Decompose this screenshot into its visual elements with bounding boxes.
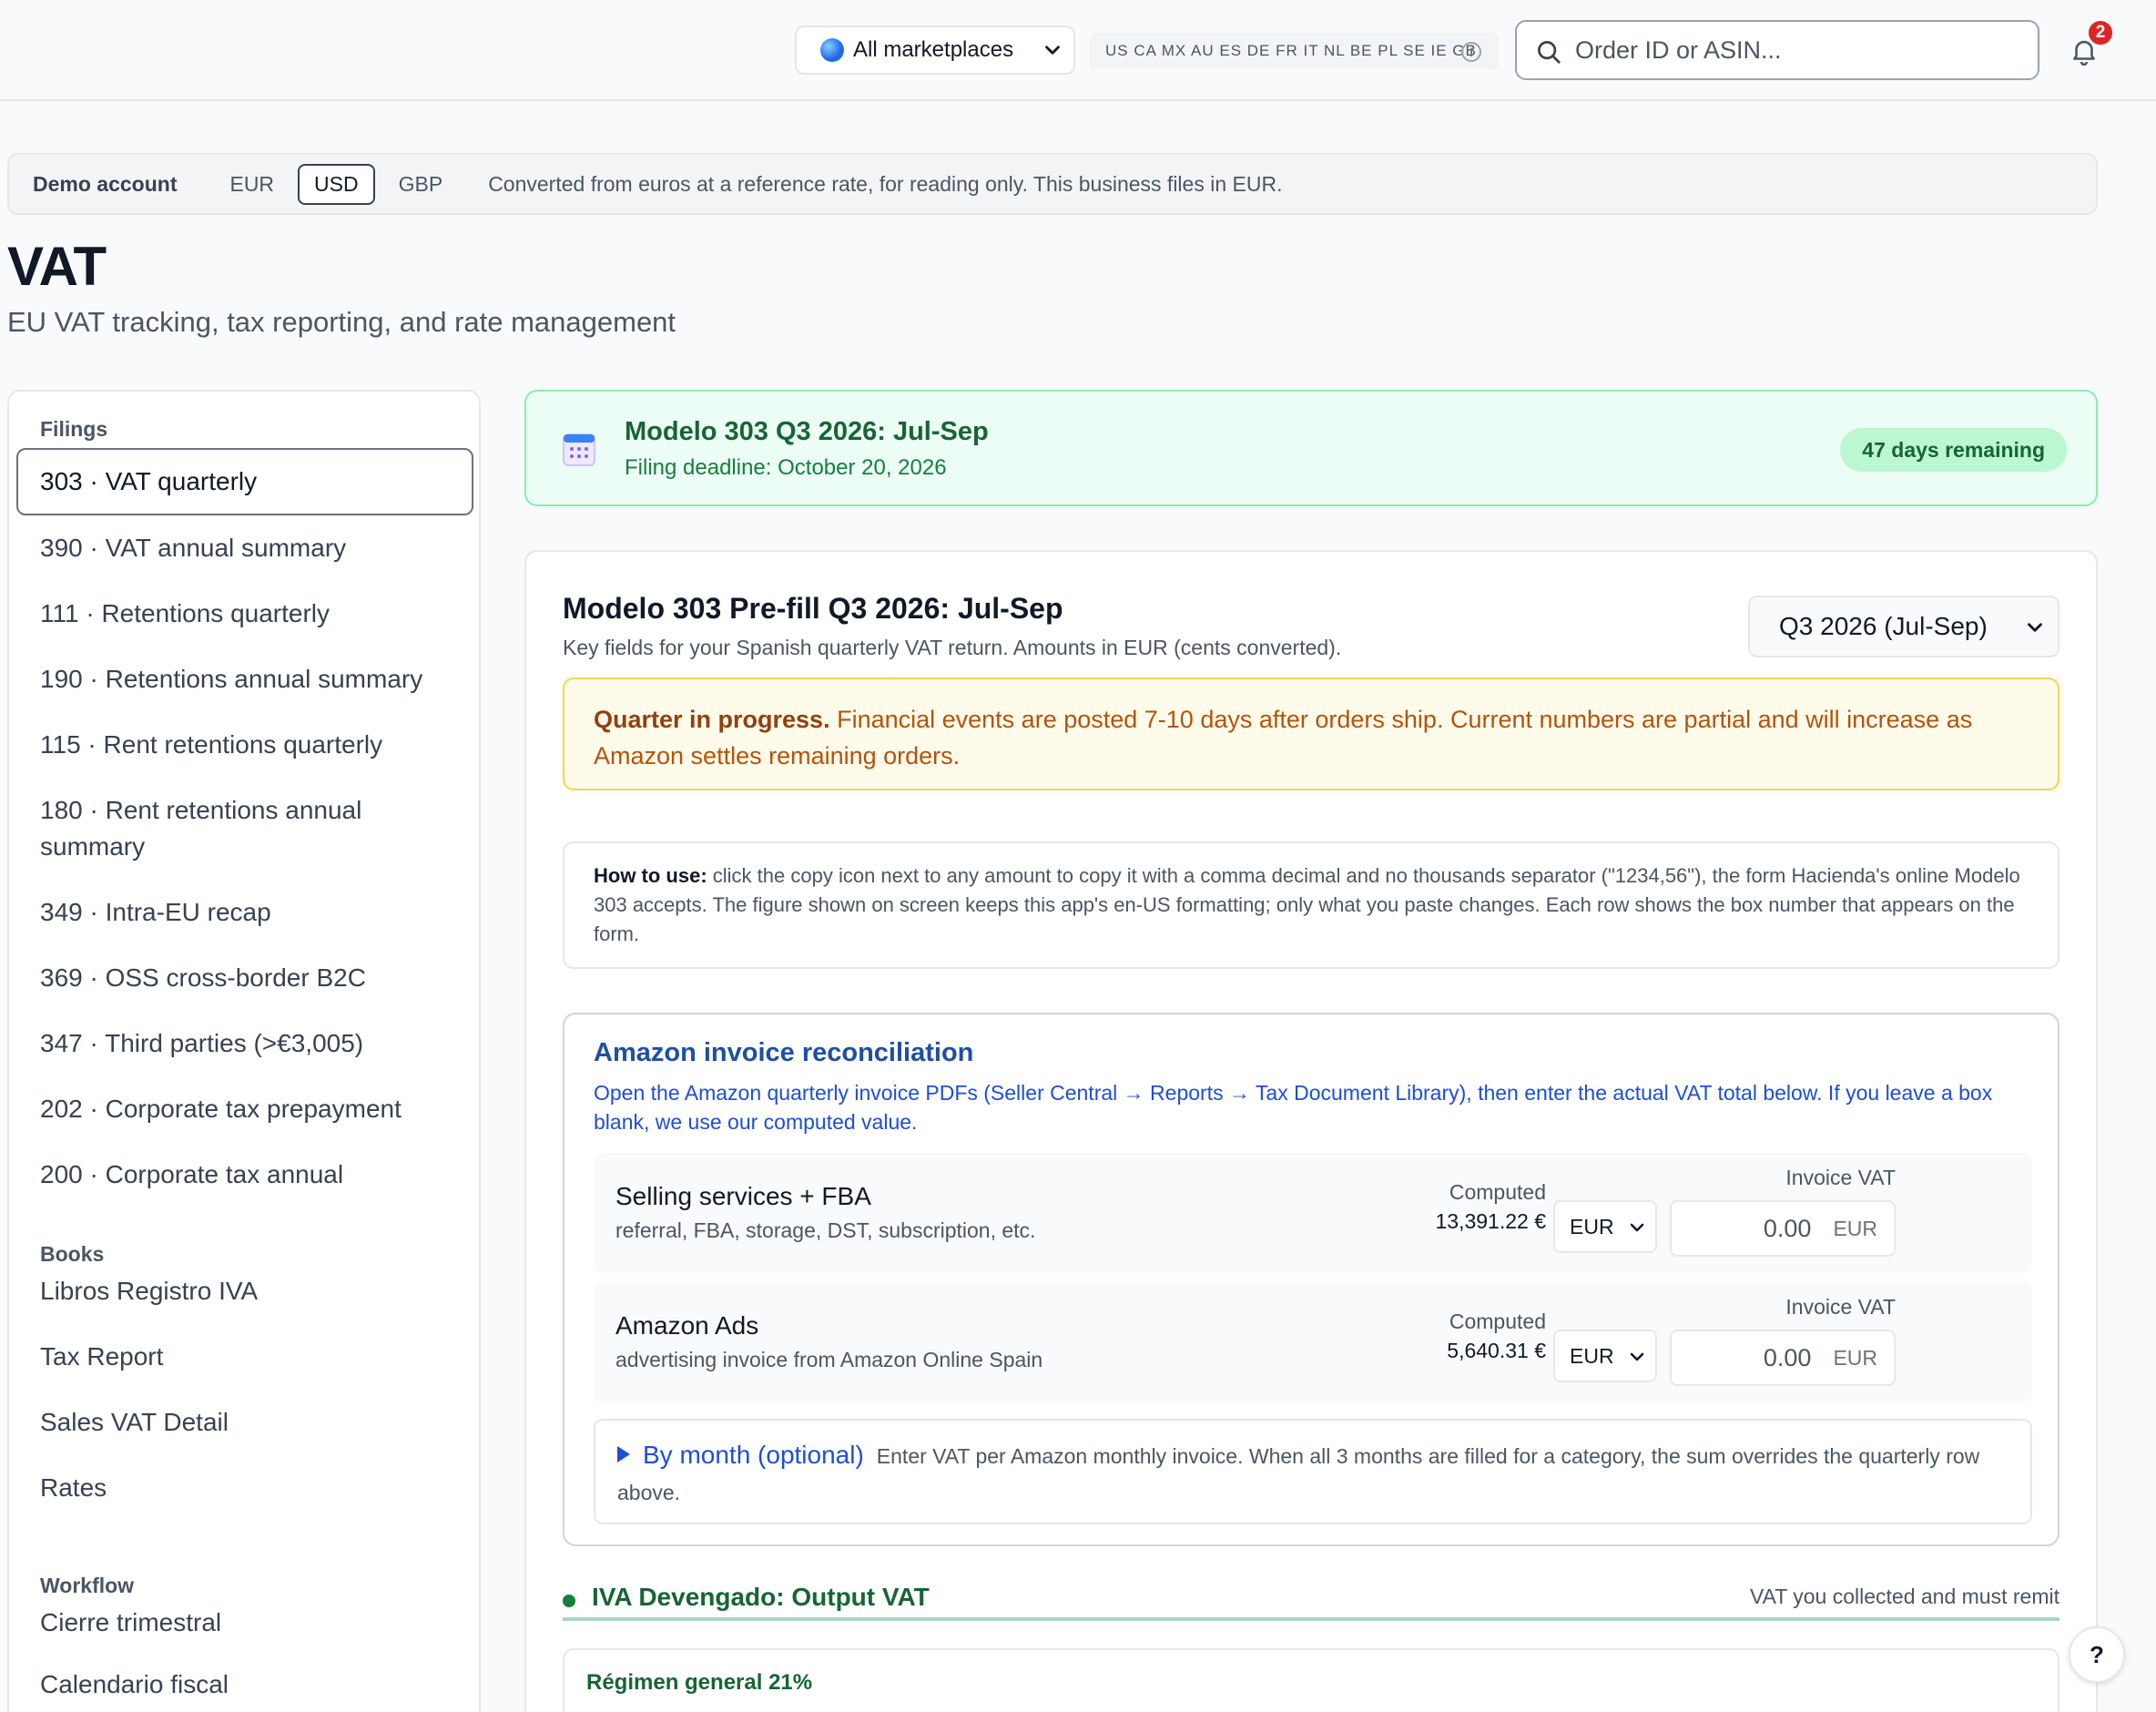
sidebar-item-202[interactable]: 202 · Corporate tax prepayment — [40, 1091, 459, 1127]
quarter-select[interactable]: Q3 2026 (Jul-Sep) — [1748, 596, 2059, 657]
currency-usd-button[interactable]: USD — [298, 163, 375, 205]
sidebar-item-180[interactable]: 180 · Rent retentions annual summary — [40, 792, 404, 865]
invoice-vat-field[interactable]: EUR — [1670, 1200, 1896, 1257]
chevron-down-icon — [1045, 46, 1060, 55]
status-dot-icon — [563, 1595, 575, 1607]
row-name: Amazon Ads — [615, 1311, 759, 1340]
currency-value: EUR — [1570, 1214, 1614, 1238]
howto-text: click the copy icon next to any amount t… — [594, 864, 2020, 945]
deadline-banner: Modelo 303 Q3 2026: Jul-Sep Filing deadl… — [524, 390, 2098, 506]
invoice-vat-label: Invoice VAT — [1785, 1295, 1896, 1319]
demo-label: Demo account — [33, 171, 178, 196]
sidebar-heading-workflow: Workflow — [40, 1574, 135, 1597]
sidebar-item-sales-vat[interactable]: Sales VAT Detail — [40, 1404, 459, 1441]
sidebar-item-303[interactable]: 303 · VAT quarterly — [16, 448, 473, 515]
sidebar-item-calendario[interactable]: Calendario fiscal — [40, 1666, 459, 1703]
disclosure-triangle-icon — [617, 1446, 630, 1462]
deadline-date: Filing deadline: October 20, 2026 — [625, 455, 947, 480]
sidebar-item-347[interactable]: 347 · Third parties (>€3,005) — [40, 1025, 459, 1062]
sidebar-item-115[interactable]: 115 · Rent retentions quarterly — [40, 727, 459, 763]
sidebar-item-390[interactable]: 390 · VAT annual summary — [40, 530, 459, 566]
currency-eur-button[interactable]: EUR — [213, 164, 290, 205]
sidebar-item-tax-report[interactable]: Tax Report — [40, 1339, 459, 1375]
currency-gbp-button[interactable]: GBP — [382, 164, 460, 205]
computed-value: 5,640.31 € — [1447, 1339, 1546, 1362]
sidebar-item-369[interactable]: 369 · OSS cross-border B2C — [40, 960, 459, 996]
output-vat-header: IVA Devengado: Output VAT VAT you collec… — [563, 1581, 2059, 1621]
marketplace-countries[interactable]: US CA MX AU ES DE FR IT NL BE PL SE IE G… — [1090, 33, 1499, 69]
invoice-vat-input[interactable] — [1702, 1343, 1812, 1372]
invoice-vat-field[interactable]: EUR — [1670, 1330, 1896, 1386]
sidebar-item-cierre[interactable]: Cierre trimestral — [40, 1605, 459, 1641]
info-icon[interactable]: i — [1461, 42, 1481, 62]
invoice-vat-label: Invoice VAT — [1785, 1166, 1896, 1189]
page-subtitle: EU VAT tracking, tax reporting, and rate… — [7, 306, 676, 338]
computed-value: 13,391.22 € — [1435, 1209, 1546, 1233]
howto-bold: How to use: — [594, 864, 707, 887]
by-month-disclosure[interactable]: By month (optional) Enter VAT per Amazon … — [594, 1419, 2032, 1524]
invoice-unit: EUR — [1833, 1345, 1877, 1370]
sidebar-heading-filings: Filings — [40, 417, 108, 441]
search-icon — [1538, 41, 1561, 64]
chevron-down-icon — [1630, 1352, 1644, 1361]
warning-bold: Quarter in progress. — [594, 706, 830, 733]
chevron-down-icon — [2028, 623, 2042, 632]
currency-select[interactable]: EUR — [1553, 1200, 1657, 1253]
notification-badge[interactable]: 2 — [2086, 18, 2115, 47]
calendar-icon — [563, 433, 595, 466]
globe-icon — [820, 38, 844, 62]
row-desc: referral, FBA, storage, DST, subscriptio… — [615, 1218, 1036, 1242]
computed-label: Computed — [1449, 1180, 1546, 1204]
search-input[interactable] — [1575, 36, 2012, 65]
sidebar: Filings 303 · VAT quarterly 390 · VAT an… — [7, 390, 481, 1712]
sidebar-item-libros[interactable]: Libros Registro IVA — [40, 1273, 459, 1309]
chevron-down-icon — [1630, 1223, 1644, 1232]
marketplace-select[interactable]: All marketplaces — [795, 25, 1075, 75]
currency-value: EUR — [1570, 1343, 1614, 1368]
marketplace-label: All marketplaces — [853, 37, 1014, 62]
modelo-303-prefill-card: Modelo 303 Pre-fill Q3 2026: Jul-Sep Key… — [524, 550, 2098, 1712]
reconciliation-row-selling: Selling services + FBA referral, FBA, st… — [594, 1153, 2032, 1273]
reconciliation-description: Open the Amazon quarterly invoice PDFs (… — [594, 1081, 1993, 1134]
sidebar-item-190[interactable]: 190 · Retentions annual summary — [40, 661, 459, 698]
search-box[interactable] — [1515, 20, 2039, 80]
invoice-reconciliation-panel: Amazon invoice reconciliation Open the A… — [563, 1013, 2059, 1546]
invoice-unit: EUR — [1833, 1216, 1877, 1240]
currency-select[interactable]: EUR — [1553, 1330, 1657, 1382]
prefill-subtitle: Key fields for your Spanish quarterly VA… — [563, 636, 1342, 659]
reconciliation-row-ads: Amazon Ads advertising invoice from Amaz… — [594, 1282, 2032, 1402]
row-name: Selling services + FBA — [615, 1182, 871, 1210]
country-codes: US CA MX AU ES DE FR IT NL BE PL SE IE G… — [1105, 42, 1477, 59]
reconciliation-title: Amazon invoice reconciliation — [594, 1038, 974, 1067]
invoice-vat-input[interactable] — [1702, 1214, 1812, 1243]
deadline-title: Modelo 303 Q3 2026: Jul-Sep — [625, 417, 989, 446]
conversion-note: Converted from euros at a reference rate… — [488, 171, 1283, 196]
sidebar-item-111[interactable]: 111 · Retentions quarterly — [40, 596, 459, 632]
top-bar: All marketplaces US CA MX AU ES DE FR IT… — [0, 0, 2156, 101]
sidebar-heading-books: Books — [40, 1242, 105, 1266]
row-desc: advertising invoice from Amazon Online S… — [615, 1348, 1043, 1371]
output-vat-note: VAT you collected and must remit — [1749, 1585, 2059, 1608]
output-vat-title: IVA Devengado: Output VAT — [592, 1583, 930, 1611]
days-remaining-badge: 47 days remaining — [1840, 428, 2067, 472]
quarter-selected-value: Q3 2026 (Jul-Sep) — [1779, 612, 1988, 640]
help-button[interactable]: ? — [2069, 1626, 2125, 1683]
sidebar-item-rates[interactable]: Rates — [40, 1470, 459, 1506]
regime-general-card: Régimen general 21% — [563, 1648, 2059, 1712]
quarter-in-progress-warning: Quarter in progress. Financial events ar… — [563, 678, 2059, 790]
computed-label: Computed — [1449, 1309, 1546, 1333]
page-title: VAT — [7, 236, 107, 297]
sidebar-item-200[interactable]: 200 · Corporate tax annual — [40, 1157, 459, 1193]
regime-title: Régimen general 21% — [586, 1670, 813, 1695]
how-to-use-note: How to use: click the copy icon next to … — [563, 841, 2059, 969]
by-month-title[interactable]: By month (optional) — [643, 1441, 864, 1469]
prefill-title: Modelo 303 Pre-fill Q3 2026: Jul-Sep — [563, 592, 1063, 625]
sidebar-item-349[interactable]: 349 · Intra-EU recap — [40, 894, 459, 931]
demo-account-bar: Demo account EUR USD GBP Converted from … — [7, 153, 2098, 215]
